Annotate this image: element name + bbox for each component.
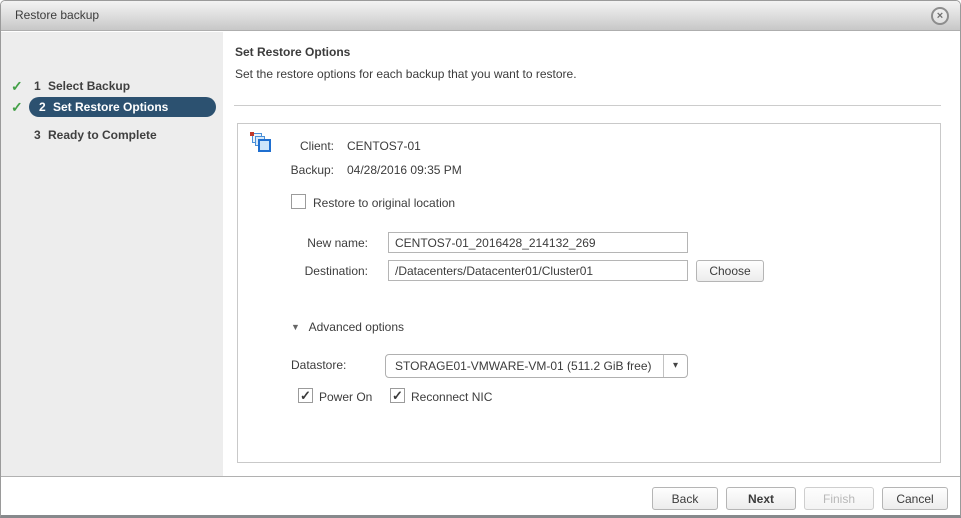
step-number: 3 — [34, 128, 41, 142]
reconnect-nic-checkbox[interactable]: ✓ — [390, 388, 405, 403]
chevron-down-icon[interactable]: ▾ — [663, 355, 687, 377]
choose-button[interactable]: Choose — [696, 260, 764, 282]
step-complete-check-icon: ✓ — [11, 98, 27, 116]
datastore-dropdown[interactable]: STORAGE01-VMWARE-VM-01 (511.2 GiB free) … — [385, 354, 688, 378]
datastore-label: Datastore: — [291, 358, 346, 372]
cancel-button[interactable]: Cancel — [882, 487, 948, 510]
reconnect-nic-label: Reconnect NIC — [411, 390, 492, 404]
restore-backup-dialog: Restore backup × ✓ 1 Select Backup ✓ 2 S… — [0, 0, 961, 518]
advanced-options-toggle[interactable]: ▼ Advanced options — [291, 320, 404, 334]
new-name-input[interactable] — [388, 232, 688, 253]
step-label: Select Backup — [48, 79, 130, 93]
step-ready-to-complete[interactable]: 3 Ready to Complete — [1, 125, 223, 145]
restore-original-location-checkbox[interactable] — [291, 194, 306, 209]
next-button[interactable]: Next — [726, 487, 796, 510]
backup-value: 04/28/2016 09:35 PM — [347, 163, 462, 177]
step-number: 2 — [39, 100, 46, 114]
datastore-selected-value: STORAGE01-VMWARE-VM-01 (511.2 GiB free) — [395, 359, 652, 373]
vm-backup-icon — [250, 132, 274, 156]
step-number: 1 — [34, 79, 41, 93]
back-button[interactable]: Back — [652, 487, 718, 510]
backup-label: Backup: — [274, 163, 334, 177]
client-label: Client: — [274, 139, 334, 153]
expander-down-icon: ▼ — [291, 322, 300, 332]
step-set-restore-options[interactable]: ✓ 2 Set Restore Options — [1, 97, 223, 117]
restore-options-panel: Client: CENTOS7-01 Backup: 04/28/2016 09… — [237, 123, 941, 463]
step-label: Set Restore Options — [53, 100, 168, 114]
dialog-title: Restore backup — [15, 8, 99, 22]
dialog-titlebar: Restore backup × — [1, 1, 960, 31]
power-on-label: Power On — [319, 390, 372, 404]
step-select-backup[interactable]: ✓ 1 Select Backup — [1, 76, 223, 96]
header-divider — [234, 105, 941, 106]
destination-label: Destination: — [278, 264, 368, 278]
destination-input[interactable] — [388, 260, 688, 281]
client-value: CENTOS7-01 — [347, 139, 421, 153]
restore-original-location-label: Restore to original location — [313, 196, 455, 210]
footer-divider — [1, 476, 960, 477]
wizard-steps-sidebar: ✓ 1 Select Backup ✓ 2 Set Restore Option… — [1, 32, 223, 476]
page-title: Set Restore Options — [235, 45, 350, 59]
close-icon[interactable]: × — [931, 7, 949, 25]
finish-button: Finish — [804, 487, 874, 510]
step-complete-check-icon: ✓ — [11, 77, 27, 95]
step-label: Ready to Complete — [48, 128, 157, 142]
new-name-label: New name: — [278, 236, 368, 250]
page-description: Set the restore options for each backup … — [235, 67, 577, 81]
advanced-options-label: Advanced options — [309, 320, 404, 334]
power-on-checkbox[interactable]: ✓ — [298, 388, 313, 403]
